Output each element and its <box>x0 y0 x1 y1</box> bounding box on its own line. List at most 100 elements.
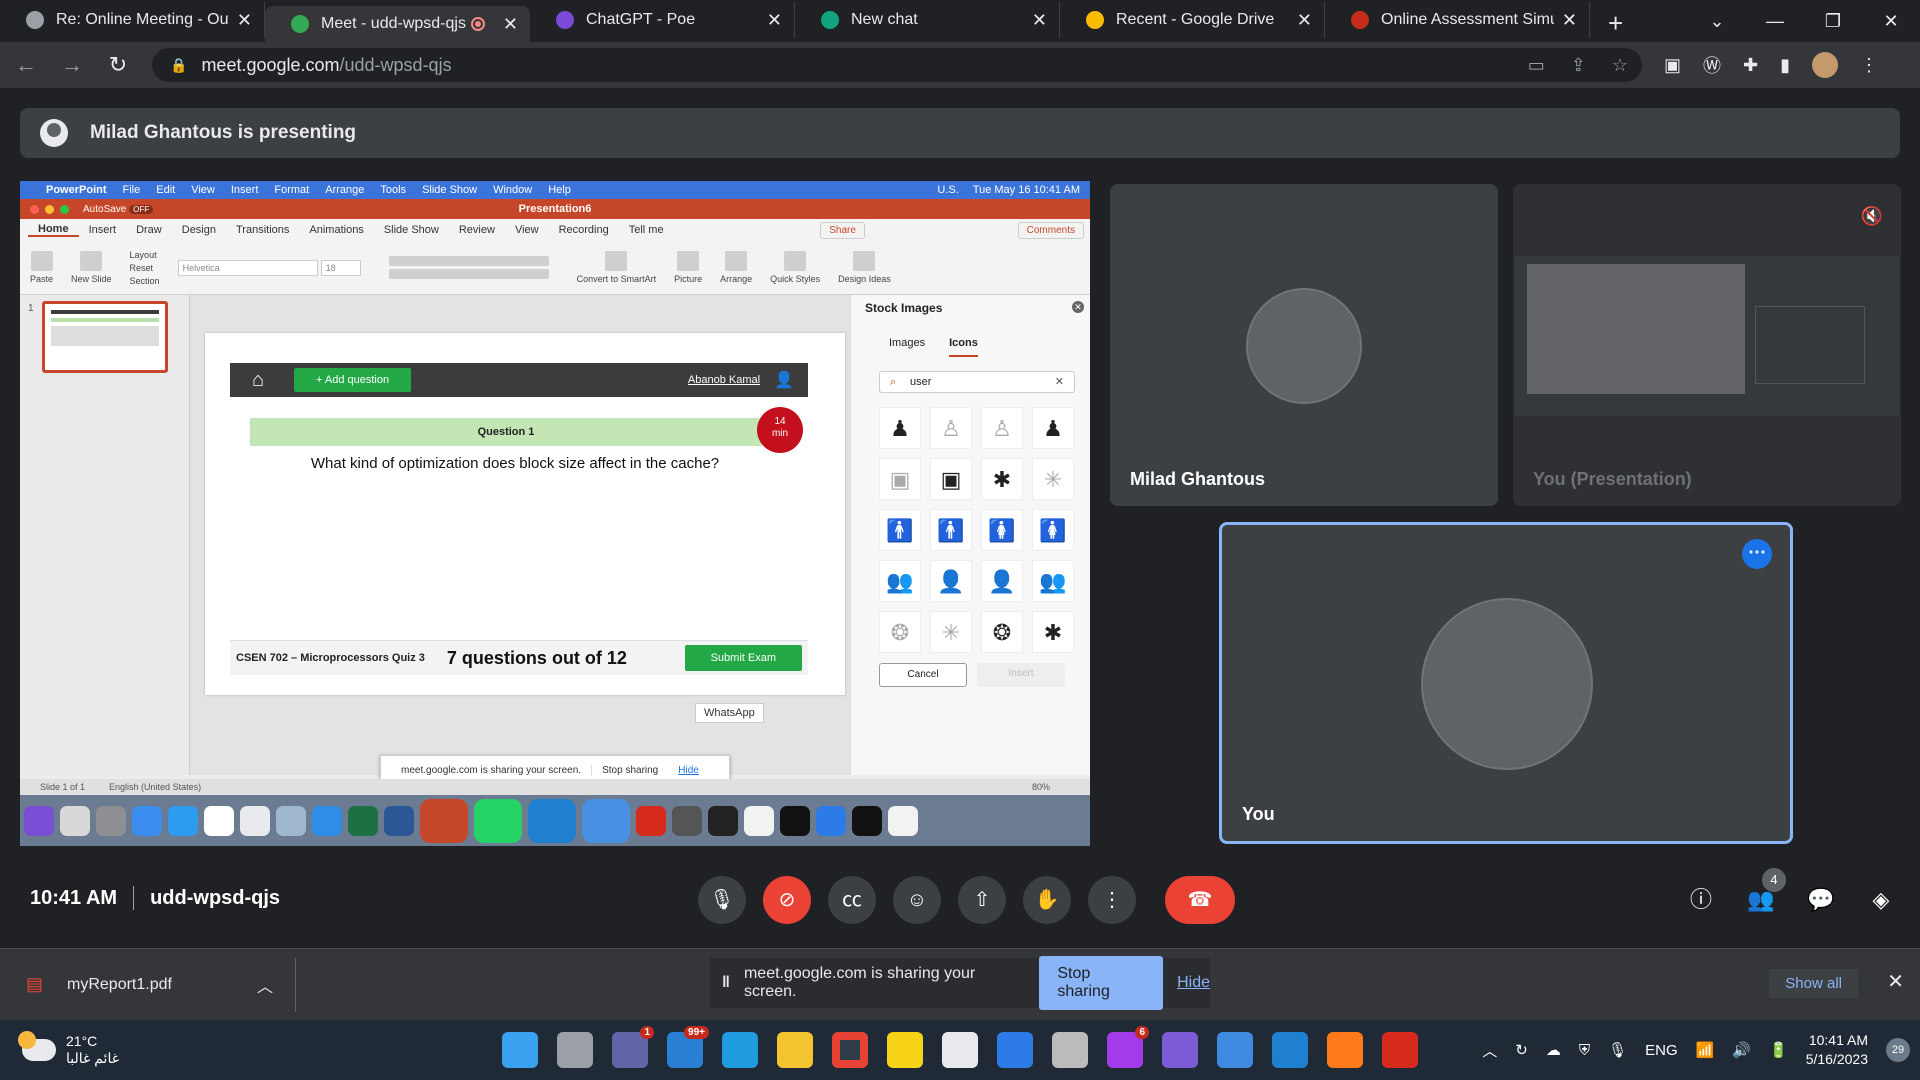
microphone-button[interactable]: 🎙 <box>698 876 746 924</box>
chrome-icon[interactable] <box>832 1032 868 1068</box>
vpn-icon[interactable] <box>1162 1032 1198 1068</box>
messenger-icon[interactable]: 6 <box>1107 1026 1149 1068</box>
file-explorer-icon[interactable] <box>777 1032 813 1068</box>
close-tab-icon[interactable]: ✕ <box>767 10 782 31</box>
app-icon[interactable] <box>1052 1032 1088 1068</box>
back-icon[interactable]: ← <box>6 52 46 78</box>
address-bar[interactable]: 🔒 meet.google.com/udd-wpsd-qjs ▭ ⇪ ☆ <box>152 48 1642 82</box>
quick-styles-label: Quick Styles <box>770 274 821 284</box>
chevron-up-icon[interactable]: ︿ <box>257 973 273 997</box>
more-options-button[interactable]: ⋯ <box>1742 539 1772 569</box>
close-tab-icon[interactable]: ✕ <box>1297 10 1312 31</box>
new-tab-button[interactable]: + <box>1590 6 1641 42</box>
lock-icon[interactable]: 🔒 <box>170 57 187 74</box>
tab-outlook[interactable]: Re: Online Meeting - Outlo ✕ <box>0 2 265 38</box>
microphone-tray-icon[interactable]: 🎙 <box>1608 1041 1627 1059</box>
stop-sharing-button[interactable]: Stop sharing <box>1039 956 1164 1010</box>
show-all-button[interactable]: Show all <box>1769 969 1858 998</box>
reload-icon[interactable]: ↻ <box>98 52 138 78</box>
photos-icon[interactable] <box>1217 1032 1253 1068</box>
convert-smartart-label: Convert to SmartArt <box>576 274 657 284</box>
close-download-bar-icon[interactable]: ✕ <box>1887 969 1904 994</box>
participant-tile-presentation[interactable]: 🔇 You (Presentation) <box>1513 184 1901 506</box>
vscode-icon[interactable] <box>1272 1032 1308 1068</box>
wordtune-icon[interactable]: Ⓦ <box>1703 52 1721 78</box>
close-window-icon[interactable]: ✕ <box>1862 11 1920 32</box>
emoji-button[interactable]: ☺ <box>893 876 941 924</box>
task-view-icon[interactable] <box>557 1032 593 1068</box>
weather-widget[interactable]: 21°C غائم غالبا <box>18 1031 119 1067</box>
show-hidden-icons-icon[interactable]: ︿ <box>1482 1040 1497 1061</box>
more-options-button[interactable]: ⋮ <box>1088 876 1136 924</box>
clock[interactable]: 10:41 AM 5/16/2023 <box>1806 1031 1868 1069</box>
battery-icon[interactable]: 🔋 <box>1769 1041 1788 1059</box>
launchpad-icon <box>60 805 90 836</box>
present-screen-button[interactable]: ⇧ <box>958 876 1006 924</box>
tab-search-icon[interactable]: ⌄ <box>1688 11 1746 32</box>
group-outline-icon: 👥 <box>1032 560 1074 602</box>
tab-drive[interactable]: Recent - Google Drive ✕ <box>1060 2 1325 38</box>
teams-icon[interactable]: 1 <box>612 1026 654 1068</box>
hide-notice-link[interactable]: Hide <box>1177 974 1210 992</box>
start-icon[interactable] <box>502 1032 538 1068</box>
minimize-icon[interactable]: — <box>1746 11 1804 32</box>
smartart-icon <box>605 251 628 271</box>
close-tab-icon[interactable]: ✕ <box>1562 10 1577 31</box>
side-panel-icon[interactable]: ▮ <box>1780 55 1790 76</box>
raise-hand-button[interactable]: ✋ <box>1023 876 1071 924</box>
acrobat-icon[interactable] <box>1382 1032 1418 1068</box>
captions-button[interactable]: ㏄ <box>828 876 876 924</box>
participant-tile-milad[interactable]: Milad Ghantous <box>1110 184 1498 506</box>
input-language[interactable]: ENG <box>1645 1042 1678 1059</box>
profile-avatar[interactable] <box>1812 52 1839 78</box>
activities-icon[interactable]: ◈ <box>1862 876 1900 924</box>
teams-badge: 1 <box>640 1026 654 1039</box>
tab-assessment[interactable]: Online Assessment Simulat ✕ <box>1325 2 1590 38</box>
firefox-icon[interactable] <box>1327 1032 1363 1068</box>
forward-icon[interactable]: → <box>52 52 92 78</box>
ppt-tab-recording: Recording <box>558 224 609 236</box>
participant-tile-you[interactable]: ⋯ You <box>1219 522 1793 844</box>
ppt-tab-tellme: Tell me <box>628 224 664 236</box>
network-drive-icon[interactable]: ☁ <box>1546 1041 1561 1059</box>
chat-icon[interactable]: 💬 <box>1802 876 1840 924</box>
camera-off-button[interactable]: ⊘ <box>763 876 811 924</box>
tab-new-chat[interactable]: New chat ✕ <box>795 2 1060 38</box>
section-label: Section <box>129 275 160 286</box>
extension-icon[interactable]: ▣ <box>1664 55 1681 76</box>
mac-stop-sharing: Stop sharing <box>591 764 668 776</box>
leave-call-button[interactable]: ☎ <box>1165 876 1235 924</box>
tab-poe[interactable]: ChatGPT - Poe ✕ <box>530 2 795 38</box>
xcode-instruments-icon <box>582 798 630 843</box>
tab-meet[interactable]: Meet - udd-wpsd-qjs ✕ <box>265 6 530 42</box>
mac-hide-link: Hide <box>678 764 699 776</box>
download-item[interactable]: ▤ myReport1.pdf ︿ <box>26 957 296 1012</box>
meeting-details-icon[interactable]: ⓘ <box>1682 876 1720 924</box>
close-tab-icon[interactable]: ✕ <box>1032 10 1047 31</box>
sync-icon[interactable]: ↻ <box>1515 1041 1528 1059</box>
restore-icon[interactable]: ❐ <box>1804 11 1862 32</box>
whatsapp-icon[interactable] <box>942 1032 978 1068</box>
close-tab-icon[interactable]: ✕ <box>237 10 252 31</box>
stock-images-title: Stock Images <box>865 301 943 315</box>
share-icon[interactable]: ⇪ <box>1571 55 1586 76</box>
drag-handle-icon[interactable]: ‖ <box>722 974 730 992</box>
system-tray: ︿ ↻ ☁ ⛨ 🎙 ENG 📶 🔊 🔋 10:41 AM 5/16/2023 29 <box>1482 1020 1910 1080</box>
bookmark-star-icon[interactable]: ☆ <box>1612 55 1628 76</box>
close-tab-icon[interactable]: ✕ <box>503 14 518 35</box>
security-icon[interactable]: ⛨ <box>1579 1042 1590 1059</box>
volume-icon[interactable]: 🔊 <box>1732 1041 1751 1059</box>
extensions-puzzle-icon[interactable]: ✚ <box>1743 55 1758 76</box>
camera-in-use-icon[interactable]: ▭ <box>1528 55 1545 76</box>
tray-date: 5/16/2023 <box>1805 1051 1868 1067</box>
sticky-notes-icon[interactable] <box>887 1032 923 1068</box>
edge-icon[interactable] <box>722 1032 758 1068</box>
todo-icon[interactable] <box>997 1032 1033 1068</box>
menu-kebab-icon[interactable]: ⋮ <box>1860 55 1878 76</box>
notification-count[interactable]: 29 <box>1886 1038 1910 1062</box>
wifi-icon[interactable]: 📶 <box>1696 1041 1715 1059</box>
people-icon[interactable]: 👥 4 <box>1742 868 1786 924</box>
question-text: What kind of optimization does block siz… <box>310 455 720 472</box>
mail-icon[interactable]: 99+ <box>667 1026 709 1068</box>
notes-icon <box>744 805 774 836</box>
